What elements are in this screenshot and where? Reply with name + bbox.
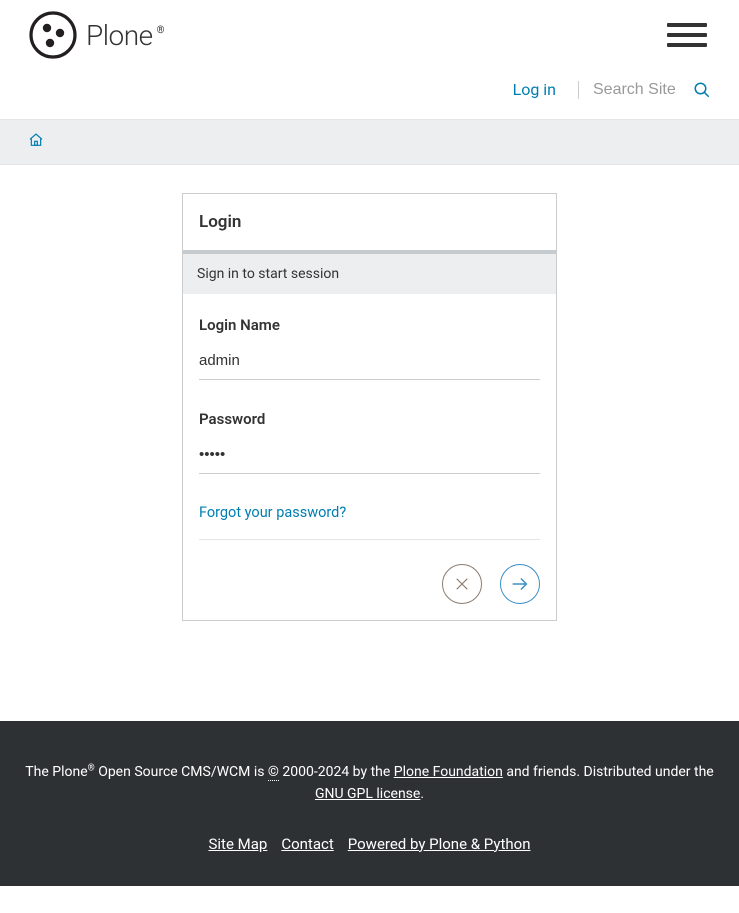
footer: The Plone® Open Source CMS/WCM is © 2000…	[0, 721, 739, 886]
footer-contact-link[interactable]: Contact	[281, 832, 333, 856]
search-icon[interactable]	[693, 81, 711, 99]
submit-button[interactable]	[500, 564, 540, 604]
brand-reg-mark: ®	[157, 25, 165, 36]
brand-logo[interactable]: Plone ®	[28, 10, 164, 60]
footer-mid2: 2000-2024 by the	[279, 764, 394, 780]
login-name-input[interactable]	[199, 348, 540, 380]
footer-copyright: ©	[268, 764, 279, 781]
footer-pre: The Plone	[25, 764, 87, 780]
close-icon	[453, 575, 471, 593]
home-icon[interactable]	[28, 132, 44, 148]
main: Login Sign in to start session Login Nam…	[0, 164, 739, 721]
footer-text: The Plone® Open Source CMS/WCM is © 2000…	[20, 761, 719, 806]
footer-links: Site Map Contact Powered by Plone & Pyth…	[20, 832, 719, 856]
password-label: Password	[199, 410, 540, 428]
footer-license-link[interactable]: GNU GPL license	[315, 786, 420, 802]
login-card-title: Login	[183, 194, 556, 254]
cancel-button[interactable]	[442, 564, 482, 604]
breadcrumb	[0, 119, 739, 164]
tools-row: Log in	[0, 60, 739, 119]
forgot-password-link[interactable]: Forgot your password?	[199, 504, 540, 540]
brand-name: Plone	[86, 19, 153, 52]
footer-sitemap-link[interactable]: Site Map	[208, 832, 267, 856]
search-input[interactable]	[593, 81, 693, 99]
login-card-body: Login Name Password Forgot your password…	[183, 294, 556, 548]
search-wrap	[578, 81, 711, 99]
header: Plone ®	[0, 0, 739, 60]
arrow-right-icon	[509, 573, 531, 595]
footer-mid1: Open Source CMS/WCM is	[95, 764, 268, 780]
plone-logo-icon	[28, 10, 78, 60]
footer-powered-link[interactable]: Powered by Plone & Python	[348, 832, 531, 856]
login-link[interactable]: Log in	[513, 80, 578, 99]
footer-reg: ®	[88, 763, 95, 773]
login-card-actions	[183, 548, 556, 620]
footer-dot: .	[420, 786, 424, 802]
footer-mid3: and friends. Distributed under the	[503, 764, 714, 780]
login-card-subtitle: Sign in to start session	[183, 254, 556, 294]
password-input[interactable]	[199, 442, 540, 474]
login-card: Login Sign in to start session Login Nam…	[182, 193, 557, 621]
footer-foundation-link[interactable]: Plone Foundation	[394, 764, 503, 780]
hamburger-menu-button[interactable]	[663, 19, 711, 51]
login-name-label: Login Name	[199, 316, 540, 334]
